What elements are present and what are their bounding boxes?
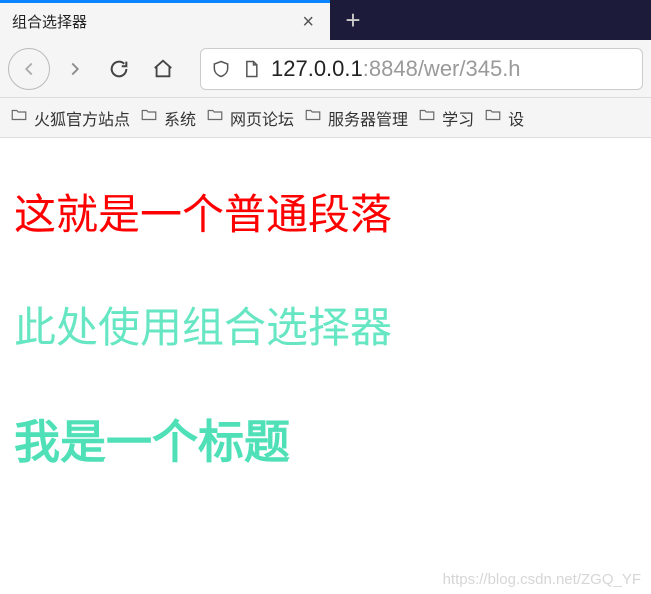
folder-icon	[206, 106, 224, 129]
page-icon[interactable]	[241, 59, 261, 79]
url-path: /wer/345.h	[418, 56, 521, 81]
forward-button[interactable]	[56, 50, 94, 88]
page-heading: 我是一个标题	[14, 413, 637, 473]
shield-icon[interactable]	[211, 59, 231, 79]
tab-bar: 组合选择器 × +	[0, 0, 651, 40]
close-icon[interactable]: ×	[298, 12, 318, 32]
paragraph-combined-selector: 此处使用组合选择器	[14, 301, 637, 356]
new-tab-button[interactable]: +	[330, 0, 376, 40]
bookmark-label: 火狐官方站点	[34, 106, 130, 130]
url-bar[interactable]: 127.0.0.1:8848/wer/345.h	[200, 48, 643, 90]
bookmark-label: 设	[508, 106, 524, 130]
reload-button[interactable]	[100, 50, 138, 88]
url-port: :8848	[363, 56, 418, 81]
watermark: https://blog.csdn.net/ZGQ_YF	[443, 571, 641, 588]
browser-tab[interactable]: 组合选择器 ×	[0, 0, 330, 40]
url-host: 127.0.0.1	[271, 56, 363, 81]
folder-icon	[10, 106, 28, 129]
bookmark-label: 网页论坛	[230, 106, 294, 130]
tab-title: 组合选择器	[12, 11, 298, 32]
bookmark-label: 服务器管理	[328, 106, 408, 130]
back-button[interactable]	[8, 48, 50, 90]
bookmark-item[interactable]: 服务器管理	[304, 106, 408, 130]
folder-icon	[484, 106, 502, 129]
page-content: 这就是一个普通段落 此处使用组合选择器 我是一个标题	[0, 138, 651, 473]
home-button[interactable]	[144, 50, 182, 88]
folder-icon	[304, 106, 322, 129]
bookmark-label: 系统	[164, 106, 196, 130]
bookmark-item[interactable]: 系统	[140, 106, 196, 130]
nav-toolbar: 127.0.0.1:8848/wer/345.h	[0, 40, 651, 98]
folder-icon	[140, 106, 158, 129]
bookmark-label: 学习	[442, 106, 474, 130]
bookmark-item[interactable]: 学习	[418, 106, 474, 130]
paragraph-normal: 这就是一个普通段落	[14, 188, 637, 243]
bookmark-item[interactable]: 网页论坛	[206, 106, 294, 130]
url-text: 127.0.0.1:8848/wer/345.h	[271, 56, 521, 82]
folder-icon	[418, 106, 436, 129]
bookmark-item[interactable]: 火狐官方站点	[10, 106, 130, 130]
bookmark-item[interactable]: 设	[484, 106, 524, 130]
bookmarks-bar: 火狐官方站点 系统 网页论坛 服务器管理 学习 设	[0, 98, 651, 138]
